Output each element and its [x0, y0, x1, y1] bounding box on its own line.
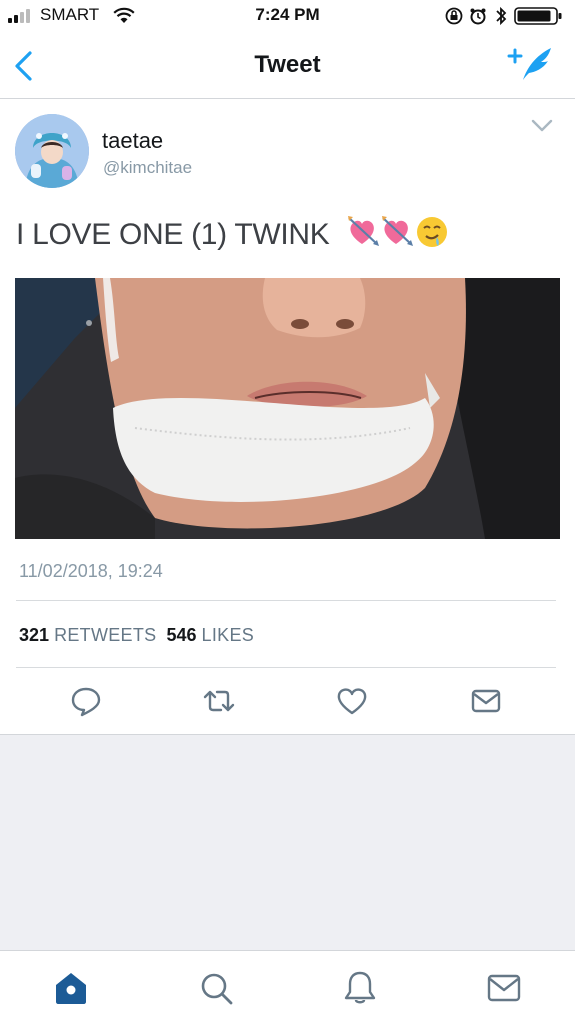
- tweet-text: I LOVE ONE (1) TWINK: [16, 217, 330, 251]
- avatar-image: [15, 114, 89, 188]
- drooling-face-emoji: [416, 217, 447, 247]
- search-icon[interactable]: [197, 969, 235, 1007]
- home-icon[interactable]: [52, 969, 90, 1007]
- user-handle[interactable]: @kimchitae: [103, 158, 192, 178]
- likes-label: LIKES: [201, 625, 255, 645]
- engagement-stats: 321 RETWEETS 546 LIKES: [19, 625, 254, 646]
- status-bar: SMART 7:24 PM: [0, 0, 575, 32]
- messages-icon[interactable]: [485, 969, 523, 1007]
- rotation-lock-icon: [445, 7, 463, 25]
- likes-stat[interactable]: 546 LIKES: [166, 625, 254, 645]
- tweet-timestamp: 11/02/2018, 19:24: [19, 561, 163, 581]
- navigation-bar: Tweet: [0, 32, 575, 99]
- heart-with-arrow-emoji: [381, 216, 413, 246]
- avatar[interactable]: [15, 114, 89, 188]
- retweet-icon[interactable]: [203, 685, 235, 717]
- divider: [16, 600, 556, 601]
- alarm-icon: [470, 8, 486, 25]
- page-title: Tweet: [254, 51, 321, 78]
- compose-tweet-icon[interactable]: [505, 44, 555, 84]
- likes-count: 546: [166, 625, 197, 645]
- display-name[interactable]: taetae: [102, 128, 163, 154]
- status-icons: [445, 6, 562, 26]
- tab-bar: [0, 950, 575, 1025]
- tweet-media-photo[interactable]: [15, 278, 560, 539]
- notifications-icon[interactable]: [341, 969, 379, 1007]
- tweet-actions: [0, 668, 575, 735]
- chevron-down-icon[interactable]: [531, 119, 553, 133]
- retweets-count: 321: [19, 625, 50, 645]
- heart-with-arrow-emoji: [347, 216, 379, 246]
- photo-image: [15, 278, 560, 539]
- retweets-stat[interactable]: 321 RETWEETS: [19, 625, 156, 645]
- reply-icon[interactable]: [70, 685, 102, 717]
- tweet-text-line: I LOVE ONE (1) TWINK: [16, 214, 450, 258]
- empty-background: [0, 735, 575, 950]
- direct-message-icon[interactable]: [470, 685, 502, 717]
- tweet-emojis: [346, 214, 450, 258]
- like-icon[interactable]: [336, 685, 368, 717]
- retweets-label: RETWEETS: [54, 625, 157, 645]
- bluetooth-icon: [496, 6, 507, 26]
- battery-icon: [514, 7, 562, 25]
